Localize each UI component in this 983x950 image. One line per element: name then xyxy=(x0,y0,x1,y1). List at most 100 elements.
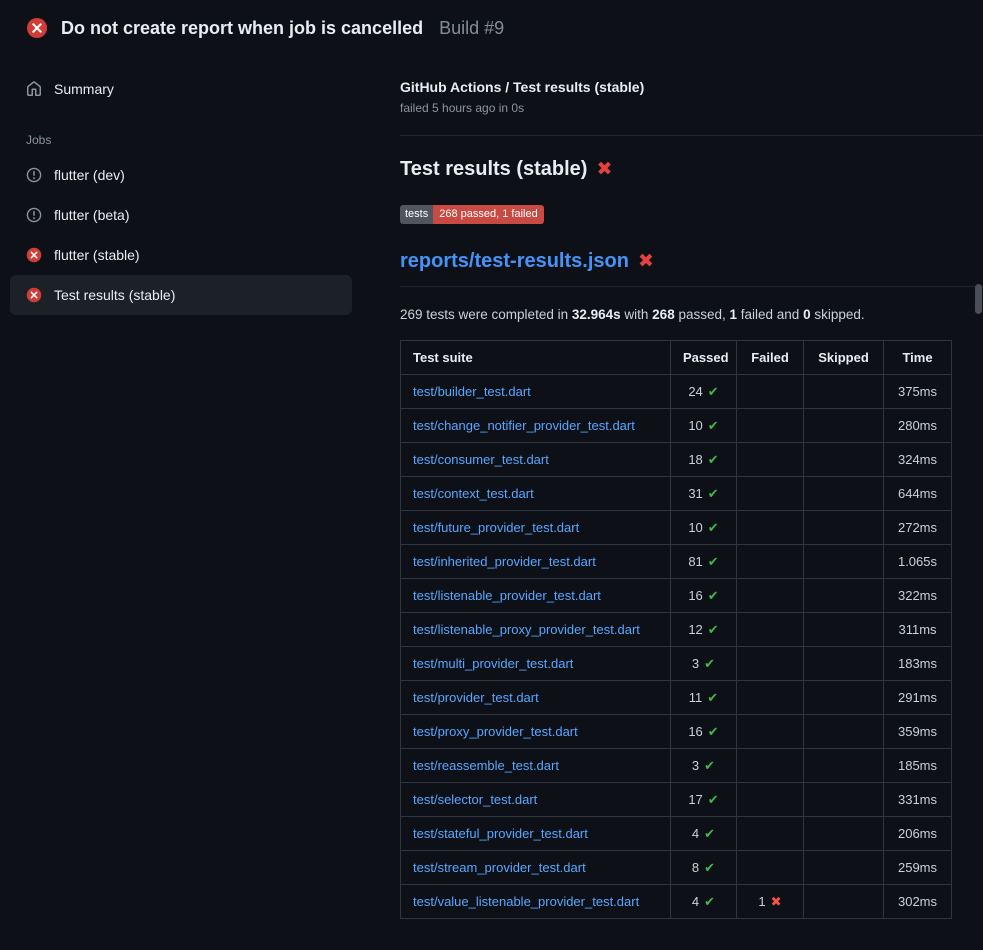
skipped-cell xyxy=(804,443,884,477)
table-row: test/multi_provider_test.dart 3✔ 183ms xyxy=(401,647,952,681)
divider xyxy=(400,135,983,136)
summary-number: 32.964s xyxy=(572,307,621,322)
test-suite-cell: test/stateful_provider_test.dart xyxy=(401,817,671,851)
table-row: test/change_notifier_provider_test.dart … xyxy=(401,409,952,443)
test-suite-link[interactable]: test/selector_test.dart xyxy=(413,792,537,807)
col-header-skipped: Skipped xyxy=(804,341,884,375)
test-suite-link[interactable]: test/listenable_provider_test.dart xyxy=(413,588,601,603)
test-suite-link[interactable]: test/value_listenable_provider_test.dart xyxy=(413,894,639,909)
test-suite-link[interactable]: test/listenable_proxy_provider_test.dart xyxy=(413,622,640,637)
test-suite-link[interactable]: test/reassemble_test.dart xyxy=(413,758,559,773)
passed-cell: 3✔ xyxy=(671,749,737,783)
test-suite-link[interactable]: test/stream_provider_test.dart xyxy=(413,860,586,875)
time-cell: 280ms xyxy=(884,409,952,443)
table-row: test/selector_test.dart 17✔ 331ms xyxy=(401,783,952,817)
time-cell: 311ms xyxy=(884,613,952,647)
time-cell: 259ms xyxy=(884,851,952,885)
time-cell: 1.065s xyxy=(884,545,952,579)
col-header-test-suite: Test suite xyxy=(401,341,671,375)
failed-cell xyxy=(737,783,804,817)
report-heading: reports/test-results.json ✖ xyxy=(400,250,983,287)
test-suite-cell: test/reassemble_test.dart xyxy=(401,749,671,783)
summary-text: passed, xyxy=(675,307,730,322)
check-icon: ✔ xyxy=(708,520,719,535)
passed-cell: 4✔ xyxy=(671,817,737,851)
time-cell: 331ms xyxy=(884,783,952,817)
scrollbar-thumb[interactable] xyxy=(975,284,982,314)
test-suite-link[interactable]: test/inherited_provider_test.dart xyxy=(413,554,596,569)
test-suite-cell: test/future_provider_test.dart xyxy=(401,511,671,545)
test-suite-link[interactable]: test/stateful_provider_test.dart xyxy=(413,826,588,841)
test-suite-cell: test/proxy_provider_test.dart xyxy=(401,715,671,749)
skipped-cell xyxy=(804,647,884,681)
sidebar-item-test-results-stable[interactable]: Test results (stable) xyxy=(10,275,352,315)
time-cell: 324ms xyxy=(884,443,952,477)
check-icon: ✔ xyxy=(704,826,715,841)
test-suite-cell: test/selector_test.dart xyxy=(401,783,671,817)
passed-cell: 10✔ xyxy=(671,409,737,443)
skipped-cell xyxy=(804,375,884,409)
skipped-cell xyxy=(804,715,884,749)
badge-value: 268 passed, 1 failed xyxy=(433,205,543,224)
skipped-cell xyxy=(804,579,884,613)
test-suite-link[interactable]: test/change_notifier_provider_test.dart xyxy=(413,418,635,433)
check-icon: ✔ xyxy=(704,860,715,875)
failed-cell xyxy=(737,375,804,409)
status-line: failed 5 hours ago in 0s xyxy=(400,101,983,115)
failed-cell: 1✖ xyxy=(737,885,804,919)
table-row: test/listenable_proxy_provider_test.dart… xyxy=(401,613,952,647)
col-header-failed: Failed xyxy=(737,341,804,375)
test-suite-link[interactable]: test/provider_test.dart xyxy=(413,690,539,705)
test-suite-link[interactable]: test/future_provider_test.dart xyxy=(413,520,579,535)
failed-cell xyxy=(737,613,804,647)
time-cell: 183ms xyxy=(884,647,952,681)
check-icon: ✔ xyxy=(704,894,715,909)
table-header-row: Test suite Passed Failed Skipped Time xyxy=(401,341,952,375)
results-table-body: test/builder_test.dart 24✔ 375ms test/ch… xyxy=(401,375,952,919)
alert-circle-icon xyxy=(26,207,42,223)
failed-cell xyxy=(737,681,804,715)
skipped-cell xyxy=(804,817,884,851)
skipped-cell xyxy=(804,885,884,919)
test-suite-link[interactable]: test/multi_provider_test.dart xyxy=(413,656,573,671)
sidebar-item-flutter-stable[interactable]: flutter (stable) xyxy=(10,235,352,275)
skipped-cell xyxy=(804,783,884,817)
failed-cell xyxy=(737,817,804,851)
job-label: flutter (beta) xyxy=(54,205,129,225)
time-cell: 644ms xyxy=(884,477,952,511)
cross-icon: ✖ xyxy=(771,894,782,909)
passed-cell: 16✔ xyxy=(671,579,737,613)
test-suite-link[interactable]: test/context_test.dart xyxy=(413,486,534,501)
test-suite-cell: test/context_test.dart xyxy=(401,477,671,511)
passed-cell: 10✔ xyxy=(671,511,737,545)
run-header: Do not create report when job is cancell… xyxy=(0,0,983,51)
report-file-link[interactable]: reports/test-results.json xyxy=(400,250,629,273)
jobs-section-label: Jobs xyxy=(10,127,352,155)
check-icon: ✔ xyxy=(708,622,719,637)
time-cell: 302ms xyxy=(884,885,952,919)
table-row: test/context_test.dart 31✔ 644ms xyxy=(401,477,952,511)
test-suite-link[interactable]: test/builder_test.dart xyxy=(413,384,531,399)
test-suite-cell: test/listenable_proxy_provider_test.dart xyxy=(401,613,671,647)
failed-cell xyxy=(737,579,804,613)
test-suite-link[interactable]: test/consumer_test.dart xyxy=(413,452,549,467)
cross-mark-icon: ✖ xyxy=(596,160,612,179)
table-row: test/proxy_provider_test.dart 16✔ 359ms xyxy=(401,715,952,749)
time-cell: 322ms xyxy=(884,579,952,613)
summary-number: 0 xyxy=(803,307,811,322)
sidebar-item-flutter-beta[interactable]: flutter (beta) xyxy=(10,195,352,235)
table-row: test/value_listenable_provider_test.dart… xyxy=(401,885,952,919)
sidebar-item-summary[interactable]: Summary xyxy=(10,69,352,109)
skipped-cell xyxy=(804,749,884,783)
job-label: flutter (dev) xyxy=(54,165,125,185)
cross-mark-icon: ✖ xyxy=(638,252,654,271)
test-suite-link[interactable]: test/proxy_provider_test.dart xyxy=(413,724,578,739)
check-icon: ✔ xyxy=(708,588,719,603)
sidebar-item-flutter-dev[interactable]: flutter (dev) xyxy=(10,155,352,195)
summary-text: skipped. xyxy=(811,307,865,322)
passed-cell: 12✔ xyxy=(671,613,737,647)
breadcrumb: GitHub Actions / Test results (stable) xyxy=(400,79,983,95)
table-row: test/listenable_provider_test.dart 16✔ 3… xyxy=(401,579,952,613)
table-row: test/reassemble_test.dart 3✔ 185ms xyxy=(401,749,952,783)
summary-number: 1 xyxy=(730,307,738,322)
